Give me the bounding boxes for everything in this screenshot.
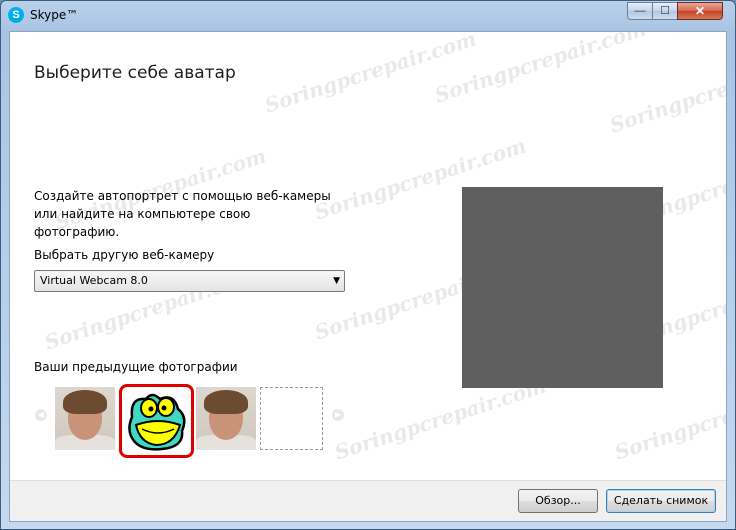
hair-shape xyxy=(204,390,248,414)
chevron-right-icon[interactable]: ▶ xyxy=(332,409,344,421)
title-bar[interactable]: S Skype™ — ☐ ✕ xyxy=(1,1,735,31)
skype-window: S Skype™ — ☐ ✕ Soringpcrepair.com Soring… xyxy=(0,0,736,530)
minimize-button[interactable]: — xyxy=(627,2,653,20)
empty-photo-slot[interactable] xyxy=(260,387,323,450)
previous-photo-thumbnail-selected[interactable] xyxy=(119,384,194,458)
watermark: Soringpcrepair.com xyxy=(606,46,727,138)
maximize-button[interactable]: ☐ xyxy=(652,2,678,20)
chevron-down-icon: ▼ xyxy=(333,276,340,286)
previous-photos-label: Ваши предыдущие фотографии xyxy=(34,360,238,374)
page-title: Выберите себе аватар xyxy=(34,63,236,83)
webcam-dropdown-value: Virtual Webcam 8.0 xyxy=(40,274,148,287)
chevron-left-icon[interactable]: ◀ xyxy=(35,409,47,421)
watermark: Soringpcrepair.com xyxy=(261,31,480,118)
watermark: Soringpcrepair.com xyxy=(431,31,650,108)
previous-photo-thumbnail[interactable] xyxy=(196,387,256,450)
camera-select-label: Выбрать другую веб-камеру xyxy=(34,248,215,262)
webcam-dropdown[interactable]: Virtual Webcam 8.0 ▼ xyxy=(34,270,345,292)
hair-shape xyxy=(63,390,107,414)
frog-avatar-icon xyxy=(128,393,186,451)
webcam-preview xyxy=(462,187,663,388)
take-snapshot-button[interactable]: Сделать снимок xyxy=(606,489,716,513)
previous-photo-thumbnail[interactable] xyxy=(55,387,115,450)
window-title: Skype™ xyxy=(30,8,79,22)
skype-logo-icon: S xyxy=(8,7,24,23)
browse-button[interactable]: Обзор... xyxy=(518,489,598,513)
close-button[interactable]: ✕ xyxy=(677,2,723,20)
dialog-content: Soringpcrepair.com Soringpcrepair.com So… xyxy=(9,31,727,522)
instructions-text: Создайте автопортрет с помощью веб-камер… xyxy=(34,189,331,239)
